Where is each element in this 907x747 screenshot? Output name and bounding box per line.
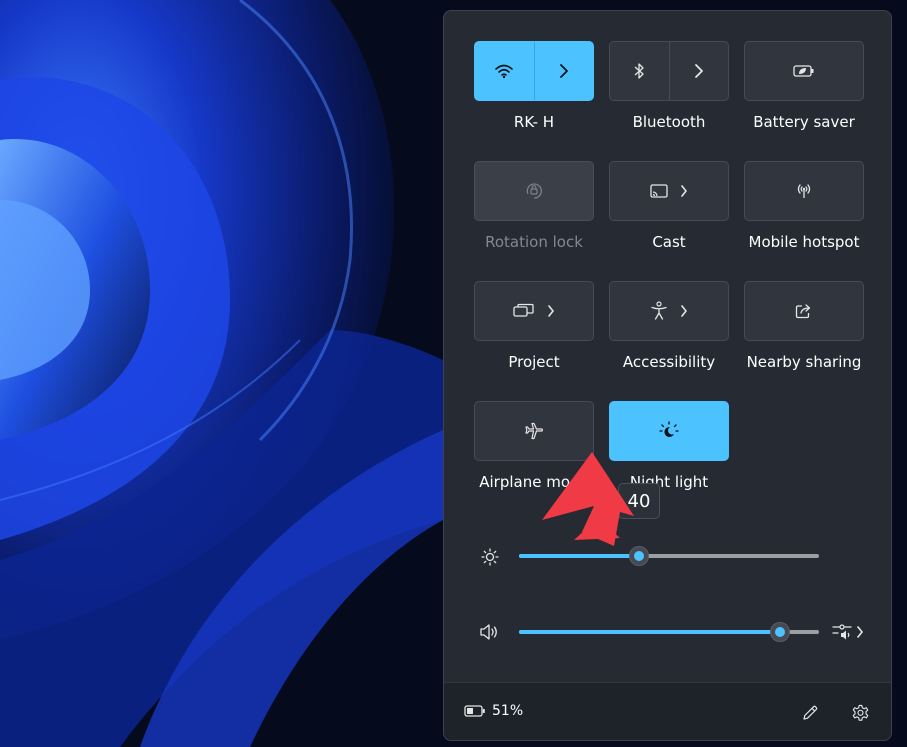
battery-icon bbox=[464, 705, 485, 717]
chevron-right-icon bbox=[681, 305, 687, 317]
edit-quick-settings-button[interactable] bbox=[798, 701, 822, 725]
annotation-arrow-icon bbox=[542, 452, 634, 546]
battery-percentage: 51% bbox=[492, 703, 524, 719]
night-light-icon bbox=[659, 421, 679, 437]
wifi-chevron-button[interactable] bbox=[535, 42, 594, 100]
rotation-lock-tile[interactable] bbox=[474, 161, 594, 221]
chevron-right-icon bbox=[559, 64, 568, 78]
tile-label-cast: Cast bbox=[652, 233, 686, 251]
brightness-slider-thumb[interactable] bbox=[629, 546, 649, 566]
accessibility-tile[interactable] bbox=[609, 281, 729, 341]
wifi-tile[interactable] bbox=[474, 41, 594, 101]
cast-icon bbox=[650, 184, 668, 198]
gear-icon bbox=[852, 704, 868, 721]
project-icon bbox=[513, 303, 534, 317]
wifi-toggle[interactable] bbox=[475, 42, 534, 100]
tile-label-mobile-hotspot: Mobile hotspot bbox=[748, 233, 860, 251]
bluetooth-chevron-button[interactable] bbox=[670, 42, 729, 100]
cast-tile[interactable] bbox=[609, 161, 729, 221]
battery-saver-tile[interactable] bbox=[744, 41, 864, 101]
chevron-right-icon bbox=[548, 305, 554, 317]
pencil-icon bbox=[803, 705, 818, 720]
rotation-lock-icon bbox=[526, 183, 542, 199]
chevron-right-icon bbox=[694, 64, 703, 78]
quick-settings-panel: RK- H Bluetooth Battery saver Rotation l… bbox=[443, 10, 892, 741]
mobile-hotspot-tile[interactable] bbox=[744, 161, 864, 221]
volume-fill bbox=[519, 630, 780, 634]
airplane-icon bbox=[525, 422, 544, 440]
tile-label-bluetooth: Bluetooth bbox=[632, 113, 706, 131]
hotspot-icon bbox=[797, 184, 811, 198]
bluetooth-icon bbox=[634, 63, 644, 79]
bluetooth-toggle[interactable] bbox=[610, 42, 669, 100]
wifi-icon bbox=[495, 64, 514, 79]
share-icon bbox=[795, 304, 811, 319]
sun-icon bbox=[481, 548, 499, 566]
tile-label-battery-saver: Battery saver bbox=[753, 113, 855, 131]
nearby-sharing-tile[interactable] bbox=[744, 281, 864, 341]
audio-output-icon bbox=[832, 624, 852, 640]
settings-button[interactable] bbox=[848, 701, 872, 725]
tile-label-rotation-lock: Rotation lock bbox=[485, 233, 583, 251]
tile-label-accessibility: Accessibility bbox=[622, 353, 716, 371]
battery-status[interactable]: 51% bbox=[464, 703, 523, 719]
audio-output-button[interactable] bbox=[832, 621, 868, 643]
tile-label-wifi: RK- H bbox=[513, 113, 555, 131]
chevron-right-icon bbox=[857, 626, 863, 638]
quick-settings-footer: 51% bbox=[444, 682, 891, 740]
battery-saver-icon bbox=[793, 65, 814, 77]
project-tile[interactable] bbox=[474, 281, 594, 341]
volume-slider-thumb[interactable] bbox=[770, 622, 790, 642]
chevron-right-icon bbox=[681, 185, 687, 197]
brightness-fill bbox=[519, 554, 639, 558]
bluetooth-tile[interactable] bbox=[609, 41, 729, 101]
speaker-icon bbox=[480, 624, 497, 640]
tile-label-project: Project bbox=[508, 353, 560, 371]
accessibility-icon bbox=[651, 301, 667, 320]
tile-label-nearby-sharing: Nearby sharing bbox=[746, 353, 862, 371]
